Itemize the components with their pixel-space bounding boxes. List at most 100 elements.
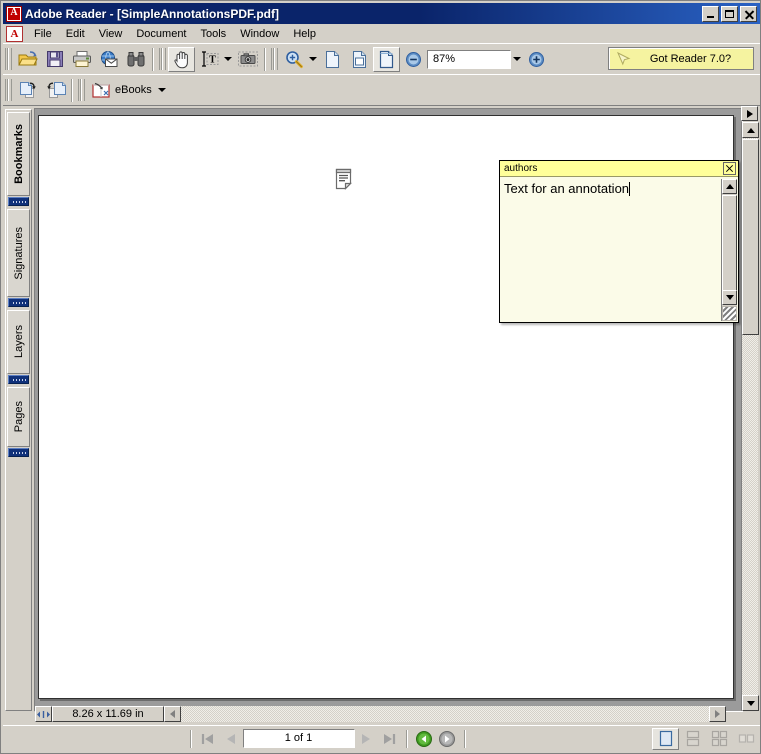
menu-bar: File Edit View Document Tools Window Hel… [3, 24, 760, 43]
zoom-out-button[interactable] [400, 47, 427, 72]
fit-page-button[interactable] [373, 46, 400, 72]
menu-item-view[interactable]: View [92, 26, 130, 42]
page-fit-width-icon [353, 50, 366, 68]
annotation-scrollbar[interactable] [721, 179, 737, 321]
document-vertical-scrollbar[interactable] [741, 122, 759, 711]
zoom-level-dropdown[interactable] [511, 47, 523, 72]
sidebar-tab-bookmarks[interactable]: Bookmarks [7, 112, 30, 196]
next-page-icon [362, 733, 370, 744]
facing-layout-button[interactable] [733, 728, 760, 750]
forward-arrow-icon [439, 730, 455, 747]
scroll-down-button[interactable] [742, 695, 759, 711]
select-text-button[interactable]: T [195, 47, 222, 72]
status-separator [405, 729, 408, 748]
fit-width-button[interactable] [346, 47, 373, 72]
printer-icon [72, 51, 91, 67]
annotation-popup-title-bar: authors [500, 161, 738, 177]
minimize-button[interactable] [702, 5, 719, 22]
ebooks-dropdown[interactable] [156, 78, 168, 103]
save-button[interactable] [41, 47, 68, 72]
horizontal-scroll-track[interactable] [181, 706, 709, 722]
binoculars-icon [127, 52, 144, 67]
toolbar-grip[interactable] [5, 48, 12, 70]
first-page-button[interactable] [197, 729, 220, 749]
toolbar-grip[interactable] [271, 48, 278, 70]
hand-tool-button[interactable] [168, 46, 195, 72]
got-reader-promo-button[interactable]: Got Reader 7.0? [608, 47, 754, 70]
menu-item-document[interactable]: Document [129, 26, 193, 42]
annotation-text-area[interactable]: Text for an annotation [500, 178, 721, 322]
next-view-button[interactable] [41, 78, 68, 103]
email-button[interactable] [95, 47, 122, 72]
horizontal-scroll-row: 8.26 x 11.69 in [5, 706, 743, 723]
back-arrow-icon [416, 730, 432, 747]
previous-page-button[interactable] [220, 729, 243, 749]
annotation-scroll-down-button[interactable] [722, 290, 737, 305]
next-view-nav-button[interactable] [436, 729, 459, 749]
expand-panel-button[interactable] [741, 106, 758, 121]
open-folder-icon [17, 51, 38, 66]
sidebar-tab-pages-label: Pages [12, 401, 25, 433]
sidebar-tab-signatures-label: Signatures [12, 226, 25, 280]
sidebar-grip-bookmarks[interactable] [8, 197, 29, 206]
annotation-resize-grip[interactable] [722, 306, 737, 321]
annotation-scroll-up-button[interactable] [722, 179, 737, 194]
annotation-popup[interactable]: authors Text for an annotation [499, 160, 739, 323]
window-controls [702, 5, 757, 22]
actual-size-button[interactable] [319, 47, 346, 72]
menu-item-edit[interactable]: Edit [59, 26, 92, 42]
select-text-dropdown[interactable] [222, 47, 234, 72]
zoom-in-button[interactable] [523, 47, 550, 72]
single-page-layout-button[interactable] [652, 727, 679, 750]
scroll-left-button[interactable] [164, 706, 181, 722]
adobe-reader-icon [6, 5, 22, 22]
menu-item-file[interactable]: File [27, 26, 59, 42]
menu-item-help[interactable]: Help [286, 26, 323, 42]
close-button[interactable] [740, 5, 757, 22]
sidebar-grip-pages[interactable] [8, 448, 29, 457]
page-back-icon [46, 82, 66, 98]
sidebar-tab-layers-label: Layers [12, 325, 25, 359]
toolbar-grip[interactable] [78, 79, 85, 101]
close-icon[interactable] [723, 162, 736, 175]
last-page-icon [384, 733, 396, 744]
sidebar-tab-layers[interactable]: Layers [7, 310, 30, 374]
next-page-button[interactable] [355, 729, 378, 749]
zoom-tool-dropdown[interactable] [307, 47, 319, 72]
maximize-button[interactable] [721, 5, 738, 22]
open-button[interactable] [14, 47, 41, 72]
page-size-grip-icon[interactable] [35, 706, 52, 722]
search-button[interactable] [122, 47, 149, 72]
annotation-scroll-thumb[interactable] [722, 195, 737, 305]
toolbar-separator [152, 47, 154, 71]
snapshot-button[interactable] [234, 47, 261, 72]
sidebar-grip-layers[interactable] [8, 375, 29, 384]
scroll-right-button[interactable] [709, 706, 726, 722]
ebooks-label: eBooks [115, 84, 152, 96]
previous-view-nav-button[interactable] [413, 729, 436, 749]
menu-item-window[interactable]: Window [233, 26, 286, 42]
print-button[interactable] [68, 47, 95, 72]
toolbar-grip[interactable] [5, 79, 12, 101]
svg-text:T: T [209, 55, 216, 66]
sidebar-tab-pages[interactable]: Pages [7, 387, 30, 447]
ebooks-button[interactable]: eBooks [87, 78, 171, 103]
scroll-up-button[interactable] [742, 122, 759, 138]
sidebar-tab-signatures[interactable]: Signatures [7, 209, 30, 297]
continuous-facing-layout-button[interactable] [706, 728, 733, 750]
zoom-level-input[interactable]: 87% [427, 49, 511, 69]
vertical-scroll-thumb[interactable] [742, 139, 759, 335]
text-select-icon: T [201, 51, 218, 67]
previous-view-button[interactable] [14, 78, 41, 103]
sticky-note-annotation-icon[interactable] [335, 168, 356, 191]
zoom-tool-button[interactable] [280, 47, 307, 72]
toolbar-grip[interactable] [159, 48, 166, 70]
menu-item-tools[interactable]: Tools [194, 26, 234, 42]
page-number-input[interactable]: 1 of 1 [242, 729, 355, 748]
last-page-button[interactable] [378, 729, 401, 749]
sidebar-grip-signatures[interactable] [8, 298, 29, 307]
facing-layout-icon [738, 734, 755, 743]
title-bar: Adobe Reader - [SimpleAnnotationsPDF.pdf… [3, 3, 760, 24]
continuous-layout-button[interactable] [679, 728, 706, 750]
page-fit-icon [379, 50, 394, 68]
